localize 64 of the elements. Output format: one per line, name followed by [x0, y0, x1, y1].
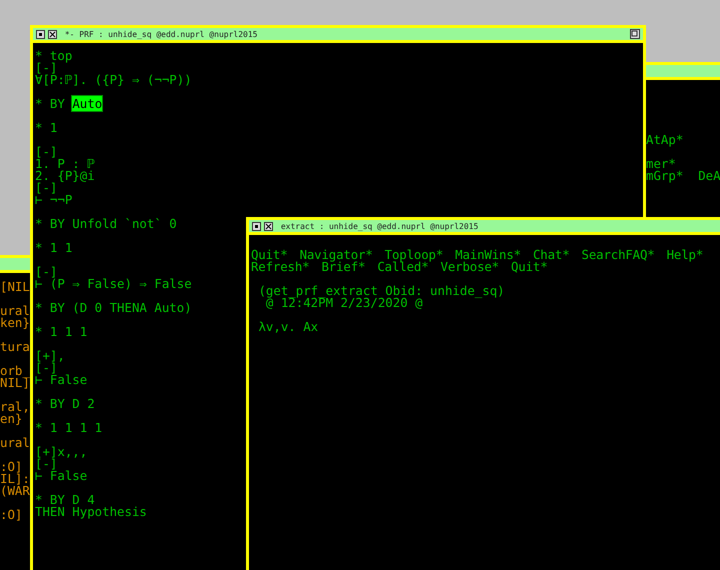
text-line: ural — [0, 305, 30, 317]
menu-item[interactable]: Chat* — [532, 249, 570, 261]
menu-item[interactable]: Brief* — [321, 261, 366, 273]
text-line: ken} — [0, 317, 30, 329]
text-line: * top — [35, 50, 72, 62]
menu-item[interactable]: MainWins* — [455, 249, 521, 261]
text-line: [-] — [35, 266, 58, 278]
text-line: * BY Unfold `not` 0 — [35, 218, 177, 230]
text-line: * BY D 4 — [35, 494, 95, 506]
text-line: [NIL — [0, 281, 30, 293]
text-line: ral, — [0, 401, 30, 413]
text-line: ural — [0, 437, 30, 449]
text-line: * BY D 2 — [35, 398, 95, 410]
text-line: tura — [0, 341, 30, 353]
text-line: AtAp* — [646, 134, 684, 146]
text-line: 2. {P}@i — [35, 170, 95, 182]
menu-box-icon[interactable] — [36, 30, 45, 38]
menu-item[interactable]: Quit* — [511, 261, 548, 273]
text-line: [+]x,,, — [35, 446, 88, 458]
text-line: [-] — [35, 146, 58, 158]
menu-item[interactable]: Verbose* — [440, 261, 499, 273]
text-line: 1. P : ℙ — [35, 158, 95, 170]
text-line: IL]: — [0, 473, 30, 485]
text-line: :O] — [0, 461, 22, 473]
text-line: * BY (D 0 THENA Auto) — [35, 302, 192, 314]
menu-item[interactable]: Toploop* — [384, 249, 444, 261]
text-line: ⊢ False — [35, 374, 88, 386]
window-title: *- PRF : unhide_sq @edd.nuprl @nuprl2015 — [64, 30, 258, 38]
text-line: * 1 1 — [35, 242, 72, 254]
text-line: * 1 — [35, 122, 58, 134]
menu-item[interactable]: Quit* — [251, 249, 288, 261]
window-title: extract : unhide_sq @edd.nuprl @nuprl2015 — [280, 222, 480, 230]
text-line: (get_prf_extract Obid: unhide_sq) — [257, 285, 505, 297]
menu-item[interactable]: Called* — [377, 261, 429, 273]
close-icon[interactable] — [48, 30, 57, 38]
text-line: NIL] — [0, 377, 30, 389]
text-line: [-] — [35, 458, 58, 470]
text-line: * BY Auto — [35, 98, 102, 110]
text-line: * 1 1 1 1 — [35, 422, 102, 434]
text-line: [-] — [35, 182, 58, 194]
menu-item[interactable]: Navigator* — [300, 249, 373, 261]
text-line: mer* — [646, 158, 676, 170]
text-line: ⊢ (P ⇒ False) ⇒ False — [35, 278, 192, 290]
close-icon[interactable] — [264, 222, 273, 230]
text-line: @ 12:42PM 2/23/2020 @ — [266, 297, 423, 309]
maximize-icon[interactable] — [630, 29, 640, 39]
text-line: * 1 1 1 — [35, 326, 88, 338]
text-line: [-] — [35, 362, 58, 374]
text-line: [-] — [35, 62, 58, 74]
menu-box-icon[interactable] — [252, 222, 261, 230]
text-line: λv,v. Ax — [257, 321, 318, 333]
text-line: ∀[P:ℙ]. ({P} ⇒ (¬¬P)) — [35, 74, 192, 86]
text-line: mGrp* DeA — [646, 170, 720, 182]
text-line: en} — [0, 413, 22, 425]
text-line: orb_ — [0, 365, 30, 377]
menu-item[interactable]: Help* — [666, 249, 704, 261]
text-line: [+], — [35, 350, 65, 362]
text-line: THEN Hypothesis — [35, 506, 147, 518]
text-line: (WAR — [0, 485, 30, 497]
menu-item[interactable]: SearchFAQ* — [582, 249, 655, 261]
text-line: ⊢ False — [35, 470, 88, 482]
text-line: :O] — [0, 509, 22, 521]
text-line: ⊢ ¬¬P — [35, 194, 72, 206]
menu-item[interactable]: Refresh* — [251, 261, 310, 273]
